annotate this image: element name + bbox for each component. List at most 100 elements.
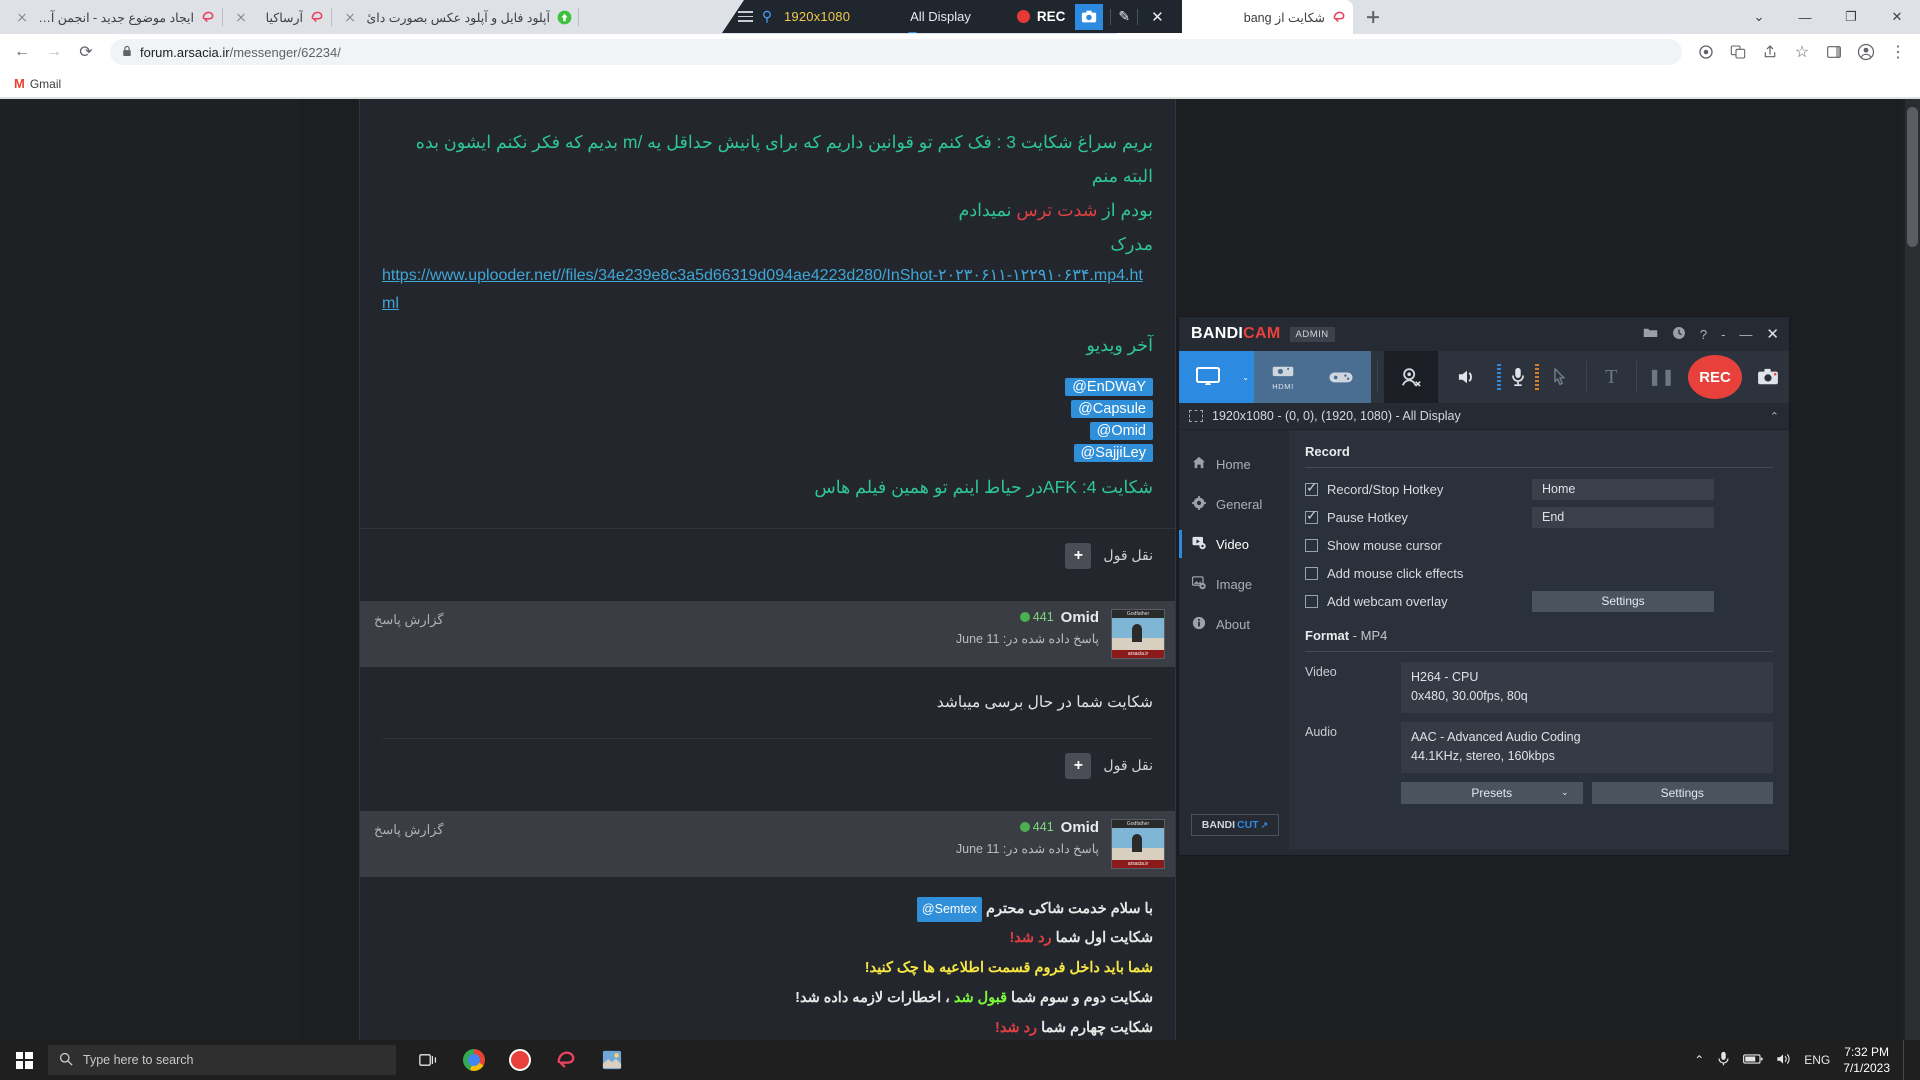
bookmark-gmail[interactable]: M Gmail <box>10 74 65 93</box>
mic-icon[interactable] <box>1717 1051 1730 1070</box>
microphone-icon[interactable] <box>1501 351 1534 403</box>
presets-button[interactable]: Presets ⌄ <box>1401 781 1583 804</box>
google-lens-icon[interactable] <box>1692 38 1720 66</box>
pin-icon[interactable]: ⚲ <box>756 8 778 25</box>
minimize-button[interactable]: — <box>1739 327 1752 342</box>
format-settings-button[interactable]: Settings <box>1591 781 1773 804</box>
browser-tab-2[interactable]: آپلود فایل و آپلود عکس بصورت دائ <box>332 0 578 34</box>
camera-icon[interactable] <box>1075 3 1104 30</box>
arsacia-icon <box>309 9 325 25</box>
pause-hotkey-field[interactable]: End <box>1532 506 1714 528</box>
screen-recording-mode-button[interactable] <box>1179 351 1238 403</box>
volume-icon[interactable] <box>1776 1052 1791 1069</box>
maximize-button[interactable]: ❐ <box>1828 1 1874 33</box>
side-panel-icon[interactable] <box>1820 38 1848 66</box>
sidebar-item-about[interactable]: About <box>1179 604 1289 644</box>
text-overlay-icon[interactable]: T <box>1593 351 1630 403</box>
battery-icon[interactable] <box>1743 1053 1763 1068</box>
translate-icon[interactable] <box>1724 38 1752 66</box>
browser-tab-1[interactable]: آرساکیا <box>223 0 331 34</box>
scrollbar-thumb[interactable] <box>1907 107 1918 247</box>
pencil-icon[interactable]: ✎ <box>1118 8 1130 25</box>
webcam-settings-button[interactable]: Settings <box>1532 590 1714 612</box>
mention-tag[interactable]: @Semtex <box>916 896 982 923</box>
address-bar[interactable]: forum.arsacia.ir/messenger/62234/ <box>110 39 1682 65</box>
folder-icon[interactable] <box>1643 326 1658 342</box>
chevron-up-icon[interactable]: ⌃ <box>1770 410 1779 423</box>
tab-close-icon[interactable] <box>14 9 30 25</box>
media-app-icon[interactable] <box>592 1041 632 1079</box>
chrome-menu-icon[interactable]: ⋮ <box>1884 38 1912 66</box>
audio-value-box[interactable]: AAC - Advanced Audio Coding 44.1KHz, ste… <box>1401 721 1773 773</box>
tab-close-icon[interactable] <box>342 9 358 25</box>
close-button[interactable]: ✕ <box>1766 325 1779 343</box>
quote-label[interactable]: نقل قول <box>1103 757 1153 774</box>
sidebar-item-video[interactable]: Video <box>1179 524 1289 564</box>
post-3-actions[interactable]: گزارش پاسخ <box>374 819 444 838</box>
bookmark-star-icon[interactable]: ☆ <box>1788 38 1816 66</box>
record-hotkey-field[interactable]: Home <box>1532 478 1714 500</box>
video-value-box[interactable]: H264 - CPU 0x480, 30.00fps, 80q <box>1401 662 1773 713</box>
add-quote-button[interactable]: + <box>1065 752 1092 779</box>
show-desktop-button[interactable] <box>1903 1040 1910 1080</box>
forward-button[interactable]: → <box>40 38 68 66</box>
taskbar-clock[interactable]: 7:32 PM 7/1/2023 <box>1843 1044 1890 1076</box>
collapse-dot-button[interactable]: - <box>1721 327 1725 342</box>
minimize-button[interactable]: — <box>1782 1 1828 33</box>
close-icon[interactable]: ✕ <box>1151 8 1164 26</box>
chevron-down-icon[interactable]: ⌄ <box>1561 787 1569 798</box>
device-recording-mode-button[interactable]: HDMI <box>1253 351 1313 403</box>
game-recording-mode-button[interactable] <box>1312 351 1371 403</box>
clock-icon[interactable] <box>1672 326 1686 343</box>
post-1-evidence-link[interactable]: https://www.uplooder.net//files/34e239e8… <box>382 267 1143 312</box>
mouse-click-effects-checkbox[interactable] <box>1305 566 1318 580</box>
arsacia-app-icon[interactable] <box>546 1041 586 1079</box>
snapshot-icon[interactable] <box>1746 351 1789 403</box>
webcam-off-icon[interactable] <box>1383 351 1438 403</box>
browser-tab-0[interactable]: ایجاد موضوع جدید - انجمن آرساکیا <box>4 0 222 34</box>
sidebar-item-home[interactable]: Home <box>1179 444 1289 484</box>
quote-label[interactable]: نقل قول <box>1103 547 1153 564</box>
task-view-icon[interactable] <box>408 1041 448 1079</box>
post-author-name[interactable]: Omid <box>1061 609 1099 626</box>
post-2-author-row: Omid 441 <box>456 609 1099 626</box>
tab-close-icon[interactable] <box>233 9 249 25</box>
record-hotkey-checkbox[interactable] <box>1305 479 1318 496</box>
back-button[interactable]: ← <box>8 38 36 66</box>
tab-list-button[interactable]: ⌄ <box>1736 1 1782 33</box>
profile-icon[interactable] <box>1852 38 1880 66</box>
mention-tag[interactable]: @Capsule <box>1071 399 1153 418</box>
sidebar-item-general[interactable]: General <box>1179 484 1289 524</box>
start-button[interactable] <box>0 1040 48 1080</box>
rec-button[interactable]: REC <box>1037 9 1066 24</box>
help-icon[interactable]: ? <box>1700 327 1707 342</box>
chevron-down-icon[interactable]: ⌄ <box>1237 351 1254 403</box>
webcam-overlay-checkbox[interactable] <box>1305 594 1318 608</box>
sidebar-item-image[interactable]: Image <box>1179 564 1289 604</box>
show-mouse-cursor-checkbox[interactable] <box>1305 538 1318 552</box>
chrome-icon[interactable] <box>454 1041 494 1079</box>
mention-tag[interactable]: @EnDWaY <box>1065 377 1153 396</box>
sidebar-label: Video <box>1216 536 1250 552</box>
taskbar-search-input[interactable]: Type here to search <box>48 1045 396 1075</box>
add-quote-button[interactable]: + <box>1065 542 1092 569</box>
bandicut-promo-button[interactable]: BANDI CUT ↗ <box>1191 814 1279 836</box>
bandicam-recorder-icon[interactable] <box>500 1041 540 1079</box>
tray-chevron-up-icon[interactable]: ⌃ <box>1694 1053 1704 1067</box>
reload-button[interactable]: ⟳ <box>72 38 100 66</box>
post-2-actions[interactable]: گزارش پاسخ <box>374 609 444 628</box>
language-indicator[interactable]: ENG <box>1804 1053 1830 1067</box>
share-icon[interactable] <box>1756 38 1784 66</box>
cursor-effects-icon[interactable] <box>1539 351 1580 403</box>
close-button[interactable]: ✕ <box>1874 1 1920 33</box>
mention-tag[interactable]: @Omid <box>1089 421 1153 440</box>
rec-button[interactable]: REC <box>1687 355 1743 399</box>
pause-icon[interactable]: ❚❚ <box>1643 351 1680 403</box>
page-scrollbar[interactable] <box>1905 99 1920 1040</box>
pause-hotkey-checkbox[interactable] <box>1305 507 1318 524</box>
speaker-icon[interactable] <box>1438 351 1496 403</box>
mention-tag[interactable]: @SajjiLey <box>1073 443 1153 462</box>
post-author-name[interactable]: Omid <box>1061 819 1099 836</box>
bandicam-target-bar[interactable]: 1920x1080 - (0, 0), (1920, 1080) - All D… <box>1179 403 1789 430</box>
new-tab-button[interactable] <box>1359 3 1387 31</box>
